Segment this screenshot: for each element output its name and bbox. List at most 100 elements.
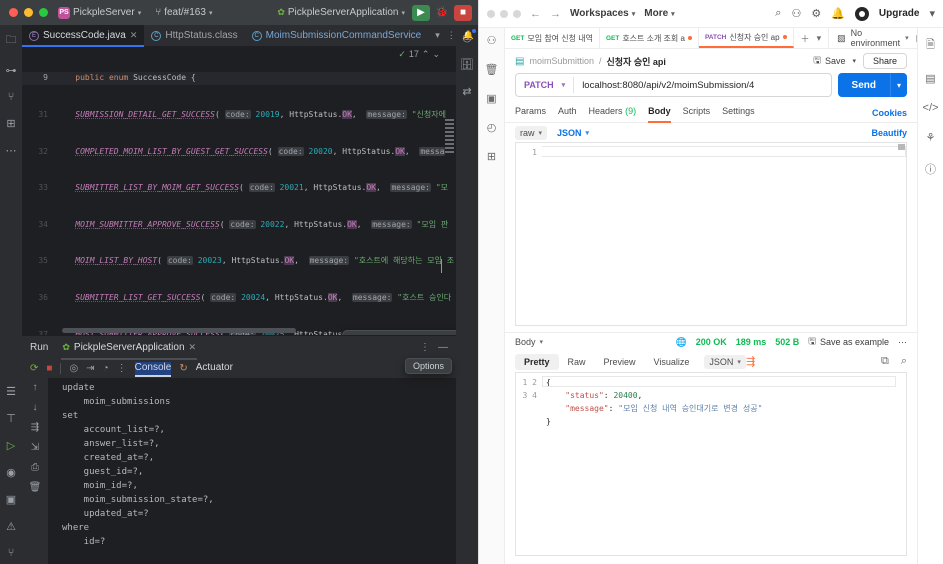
search-icon[interactable]: ⌕ — [775, 7, 781, 20]
save-button[interactable]: 🖫 Save — [813, 53, 845, 69]
code-editor[interactable]: ✓ 17 ⌃ ⌄ 9 public enum SuccessCode { 31 … — [22, 47, 456, 335]
tab-params[interactable]: Params — [515, 106, 546, 119]
upgrade-button[interactable]: Upgrade — [879, 8, 920, 19]
tab-headers[interactable]: Headers (9) — [589, 106, 637, 119]
environments-icon[interactable]: ▣ — [486, 92, 496, 105]
chevron-down-icon[interactable]: ▾ — [435, 30, 440, 41]
commit-icon[interactable]: ⊶ — [6, 64, 17, 77]
inspection-widget[interactable]: ✓ 17 ⌃ ⌄ — [398, 47, 456, 61]
save-as-example-button[interactable]: 🖫 Save as example — [808, 334, 889, 350]
stop-icon[interactable]: ■ — [46, 363, 52, 374]
stop-button[interactable]: ■ — [454, 4, 472, 21]
request-body-content[interactable] — [542, 143, 906, 325]
breadcrumb-collection[interactable]: moimSubmittion — [529, 56, 594, 66]
gear-icon[interactable]: ⚙ — [811, 7, 821, 20]
scroll-to-end-icon[interactable]: ⇲ — [31, 442, 39, 453]
request-tab-0[interactable]: GET 모임 참여 신청 내역 — [505, 28, 600, 48]
project-selector[interactable]: PS PickpleServer ▾ — [54, 5, 145, 21]
url-input[interactable]: localhost:8080/api/v2/moimSubmission/4 — [574, 80, 830, 91]
bell-icon[interactable]: 🔔 — [831, 7, 845, 20]
response-tab-raw[interactable]: Raw — [559, 354, 595, 370]
endpoints-icon[interactable]: ⇄ — [462, 85, 471, 98]
request-tab-2[interactable]: PATCH 신청자 승인 ap — [698, 28, 794, 48]
close-icon[interactable]: ✕ — [130, 30, 138, 41]
close-icon[interactable]: ✕ — [189, 342, 197, 353]
chevron-down-icon[interactable]: ▾ — [929, 7, 935, 20]
close-window-button[interactable] — [9, 8, 18, 17]
comments-icon[interactable]: ▤ — [925, 72, 935, 85]
run-configuration-selector[interactable]: ✿ PickpleServerApplication ▾ — [273, 5, 409, 20]
close-window-button[interactable] — [487, 9, 495, 18]
camera-icon[interactable]: ◎ — [69, 363, 78, 374]
avatar[interactable] — [854, 6, 869, 21]
more-vertical-icon[interactable]: ⋮ — [117, 363, 127, 374]
trash-icon[interactable]: 🗑 — [29, 482, 42, 493]
request-tab-1[interactable]: GET 호스트 소개 조회 a — [600, 28, 699, 48]
documentation-icon[interactable]: 🗎 — [926, 36, 935, 55]
url-input-group[interactable]: PATCH ▾ localhost:8080/api/v2/moimSubmis… — [515, 73, 832, 97]
minimize-window-button[interactable] — [24, 8, 33, 17]
history-icon[interactable]: ◴ — [487, 121, 497, 134]
team-icon[interactable]: ⚇ — [487, 34, 497, 47]
response-tab-preview[interactable]: Preview — [595, 354, 645, 370]
response-body[interactable]: 1 2 3 4 { "status": 20400, "message": "모… — [515, 372, 907, 556]
debug-button[interactable]: 🐞 — [433, 5, 451, 21]
up-arrow-icon[interactable]: ↑ — [33, 382, 38, 393]
chevron-down-icon[interactable]: ▾ — [817, 33, 822, 44]
request-body-scrollbar[interactable] — [898, 144, 905, 150]
options-button[interactable]: ⋮ — [420, 342, 430, 353]
run-tab-actuator[interactable]: Actuator — [196, 362, 233, 375]
editor-tab-successcode[interactable]: E SuccessCode.java ✕ — [22, 25, 145, 47]
response-body-selector[interactable]: Body ▾ — [515, 337, 543, 347]
notifications-icon[interactable]: 🔔 — [463, 29, 477, 41]
build-icon[interactable]: ⊤ — [6, 412, 16, 425]
send-chevron-down-icon[interactable]: ▾ — [890, 73, 907, 97]
rerun-icon[interactable]: ⟳ — [30, 363, 38, 374]
method-selector[interactable]: PATCH ▾ — [516, 80, 573, 90]
run-tab-console[interactable]: Console — [134, 361, 172, 377]
tab-auth[interactable]: Auth — [558, 106, 577, 119]
more-menu[interactable]: More ▾ — [644, 8, 674, 19]
maximize-window-button[interactable] — [39, 8, 48, 17]
code-content[interactable]: 9 public enum SuccessCode { 31 SUBMISSIO… — [22, 47, 456, 335]
minimize-window-button[interactable] — [500, 9, 508, 18]
collections-icon[interactable]: 🗑 — [485, 63, 499, 76]
branch-selector[interactable]: ⑂ feat/#163 ▾ — [151, 5, 216, 20]
new-icon[interactable]: ⊞ — [487, 150, 496, 163]
plus-icon[interactable]: ＋ — [801, 32, 810, 45]
invite-user-icon[interactable]: ⚇ — [791, 7, 801, 20]
tab-scripts[interactable]: Scripts — [683, 106, 711, 119]
database-icon[interactable]: 🗄 — [460, 58, 474, 71]
request-body-line-1[interactable] — [542, 146, 906, 157]
body-format-selector[interactable]: JSON ▾ — [557, 128, 589, 138]
info-icon[interactable]: ⓘ — [925, 161, 936, 177]
profiler-icon[interactable]: ◔ — [103, 363, 109, 374]
response-json[interactable]: { "status": 20400, "message": "모임 신청 내역 … — [542, 373, 906, 555]
code-icon[interactable]: </> — [923, 102, 939, 114]
thread-dump-icon[interactable]: ⇥ — [86, 363, 94, 374]
beautify-button[interactable]: Beautify — [871, 128, 907, 138]
send-button[interactable]: Send — [837, 73, 890, 97]
editor-error-stripe[interactable] — [445, 117, 454, 155]
todo-icon[interactable]: ☰ — [6, 385, 16, 398]
share-button[interactable]: Share — [862, 53, 907, 69]
project-folder-icon[interactable]: 🗀 — [6, 31, 17, 50]
editor-tab-httpstatus[interactable]: C HttpStatus.class — [144, 25, 244, 46]
response-tab-visualize[interactable]: Visualize — [645, 354, 699, 370]
more-icon[interactable]: ⋯ — [6, 144, 17, 157]
down-arrow-icon[interactable]: ↓ — [33, 402, 38, 413]
back-arrow-icon[interactable]: ← — [530, 8, 541, 20]
runner-icon[interactable]: ⚘ — [926, 131, 936, 144]
pull-request-icon[interactable]: ⑂ — [8, 91, 15, 103]
tab-settings[interactable]: Settings — [722, 106, 755, 119]
window-controls[interactable] — [6, 8, 48, 17]
environment-selector[interactable]: ▧ No environment ▾ — [828, 28, 909, 48]
soft-wrap-icon[interactable]: ⇶ — [31, 422, 39, 433]
run-tab-pickpleserverapplication[interactable]: ✿ PickpleServerApplication ✕ — [57, 340, 201, 360]
debug-icon[interactable]: ◉ — [6, 466, 16, 479]
chevron-up-icon[interactable]: ⌃ — [422, 49, 430, 60]
response-tab-pretty[interactable]: Pretty — [515, 353, 559, 370]
hide-button[interactable]: — — [438, 342, 448, 353]
print-icon[interactable]: ⎙ — [31, 462, 39, 473]
maximize-window-button[interactable] — [513, 9, 521, 18]
